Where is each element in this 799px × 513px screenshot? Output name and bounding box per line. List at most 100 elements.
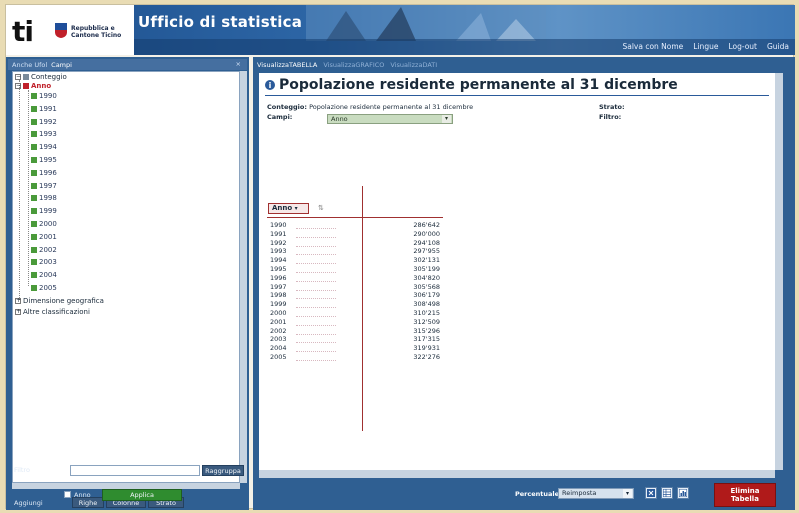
tree-item-altre[interactable]: + Altre classificazioni: [15, 308, 90, 316]
checked-icon[interactable]: [31, 157, 37, 163]
nav-guida[interactable]: Guida: [767, 42, 789, 51]
chevron-down-icon[interactable]: ▾: [623, 489, 632, 498]
close-icon[interactable]: ×: [236, 60, 241, 68]
tree-item-year[interactable]: 2003: [31, 258, 57, 266]
logo-subtitle: Repubblica e Cantone Ticino: [71, 25, 121, 39]
main-horizontal-scrollbar[interactable]: [259, 470, 775, 478]
tree-item-anno[interactable]: − Anno: [15, 82, 51, 90]
tree-item-conteggio[interactable]: − Conteggio: [15, 73, 67, 81]
row-header-label: Anno: [272, 204, 293, 212]
collapse-icon[interactable]: −: [15, 74, 21, 80]
checked-icon[interactable]: [31, 93, 37, 99]
info-icon[interactable]: i: [265, 80, 275, 90]
campi-select[interactable]: Anno ▾: [327, 114, 453, 124]
nav-lingue[interactable]: Lingue: [693, 42, 718, 51]
nav-salva[interactable]: Salva con Nome: [622, 42, 683, 51]
checked-icon[interactable]: [31, 131, 37, 138]
year-label: 2001: [39, 232, 57, 241]
header: ti Repubblica e Cantone Ticino Ufficio d…: [6, 5, 795, 55]
export-excel-icon[interactable]: [645, 487, 657, 499]
tree-item-year[interactable]: 1991: [31, 105, 57, 113]
checked-icon[interactable]: [31, 221, 37, 227]
year-label: 2005: [39, 284, 57, 292]
tree-item-year[interactable]: 2000: [31, 220, 57, 228]
strato-label: Strato:: [599, 103, 625, 111]
row-year: 2001: [270, 317, 287, 326]
sort-icon[interactable]: ⇅: [318, 204, 324, 212]
expand-icon[interactable]: +: [15, 298, 21, 304]
strato-label-text: Strato:: [599, 103, 625, 111]
year-label: 1994: [39, 143, 57, 152]
checked-icon[interactable]: [31, 285, 37, 291]
row-year: 2004: [270, 344, 287, 353]
checked-icon[interactable]: [31, 144, 37, 151]
conteggio-label: Conteggio:: [267, 103, 307, 111]
checked-icon[interactable]: [31, 195, 37, 202]
checked-icon[interactable]: [31, 182, 37, 189]
top-nav: Salva con Nome Lingue Log-out Guida: [622, 42, 789, 51]
export-chart-icon[interactable]: [677, 487, 689, 499]
elimina-tabella-button[interactable]: Elimina Tabella: [714, 483, 776, 507]
tree-item-year[interactable]: 1993: [31, 130, 57, 138]
tree-connector: [19, 80, 20, 300]
dropdown-icon[interactable]: ▾: [295, 205, 298, 212]
tree-item-year[interactable]: 1995: [31, 156, 57, 164]
main-vertical-scrollbar[interactable]: [775, 73, 783, 470]
left-vertical-scrollbar[interactable]: [240, 71, 247, 483]
tree-item-year[interactable]: 1992: [31, 118, 57, 126]
tree-item-year[interactable]: 1997: [31, 182, 57, 190]
tab-campi[interactable]: Campi: [51, 61, 72, 69]
tree-label: Conteggio: [31, 73, 67, 81]
tree-item-year[interactable]: 1996: [31, 169, 57, 177]
applica-button[interactable]: Applica: [102, 489, 182, 501]
tab-visualizza-dati[interactable]: VisualizzaDATI: [390, 61, 437, 69]
view-tabs: VisualizzaTABELLA VisualizzaGRAFICO Visu…: [257, 59, 791, 70]
checked-icon[interactable]: [31, 259, 37, 266]
conteggio-row: Conteggio: Popolazione residente permane…: [267, 103, 473, 111]
checked-icon[interactable]: [31, 118, 37, 125]
row-value: 290'000: [413, 229, 440, 238]
tree-item-year[interactable]: 2005: [31, 284, 57, 292]
row-year: 1998: [270, 291, 287, 300]
tab-visualizza-grafico[interactable]: VisualizzaGRAFICO: [323, 61, 384, 69]
title-divider: [265, 95, 769, 96]
chevron-down-icon[interactable]: ▾: [442, 115, 451, 123]
percentuale-label: Percentuale:: [515, 490, 562, 498]
filtro-label-text: Filtro:: [599, 113, 622, 121]
checkbox-icon[interactable]: [23, 83, 29, 89]
row-value: 305'568: [413, 282, 440, 291]
collapse-icon[interactable]: −: [15, 83, 21, 89]
checked-icon[interactable]: [31, 208, 37, 215]
anno-checkbox[interactable]: [64, 491, 71, 498]
tree-item-year[interactable]: 1999: [31, 207, 57, 215]
table-row: 2005 322'276: [270, 353, 440, 361]
tree-item-year[interactable]: 2001: [31, 233, 57, 241]
checkbox-icon[interactable]: [23, 74, 29, 80]
filter-input[interactable]: [70, 465, 200, 476]
raggruppa-button[interactable]: Raggruppa: [202, 465, 244, 476]
tree-item-year[interactable]: 1990: [31, 92, 57, 100]
title-row: i Popolazione residente permanente al 31…: [265, 77, 678, 93]
year-label: 2003: [39, 258, 57, 267]
tree-item-year[interactable]: 2004: [31, 271, 57, 279]
tree-item-year[interactable]: 1998: [31, 194, 57, 202]
checked-icon[interactable]: [31, 272, 37, 279]
table-row: 1990 286'642: [270, 221, 440, 229]
row-value: 304'820: [413, 273, 440, 282]
export-table-icon[interactable]: [661, 487, 673, 499]
tab-visualizza-tabella[interactable]: VisualizzaTABELLA: [257, 61, 317, 69]
checked-icon[interactable]: [31, 233, 37, 240]
tree-item-year[interactable]: 2002: [31, 246, 57, 254]
checked-icon[interactable]: [31, 246, 37, 253]
percentuale-select[interactable]: Reimposta ▾: [558, 488, 634, 499]
checked-icon[interactable]: [31, 105, 37, 112]
expand-icon[interactable]: +: [15, 309, 21, 315]
table-row: 2002 315'296: [270, 327, 440, 335]
tree-item-year[interactable]: 1994: [31, 143, 57, 151]
tab-anche-ufol[interactable]: Anche Ufol: [12, 61, 47, 69]
table-row: 1993 297'955: [270, 247, 440, 256]
row-header-anno[interactable]: Anno ▾: [268, 203, 309, 214]
nav-logout[interactable]: Log-out: [728, 42, 757, 51]
checked-icon[interactable]: [31, 169, 37, 176]
tree-item-dimensione[interactable]: + Dimensione geografica: [15, 297, 104, 305]
